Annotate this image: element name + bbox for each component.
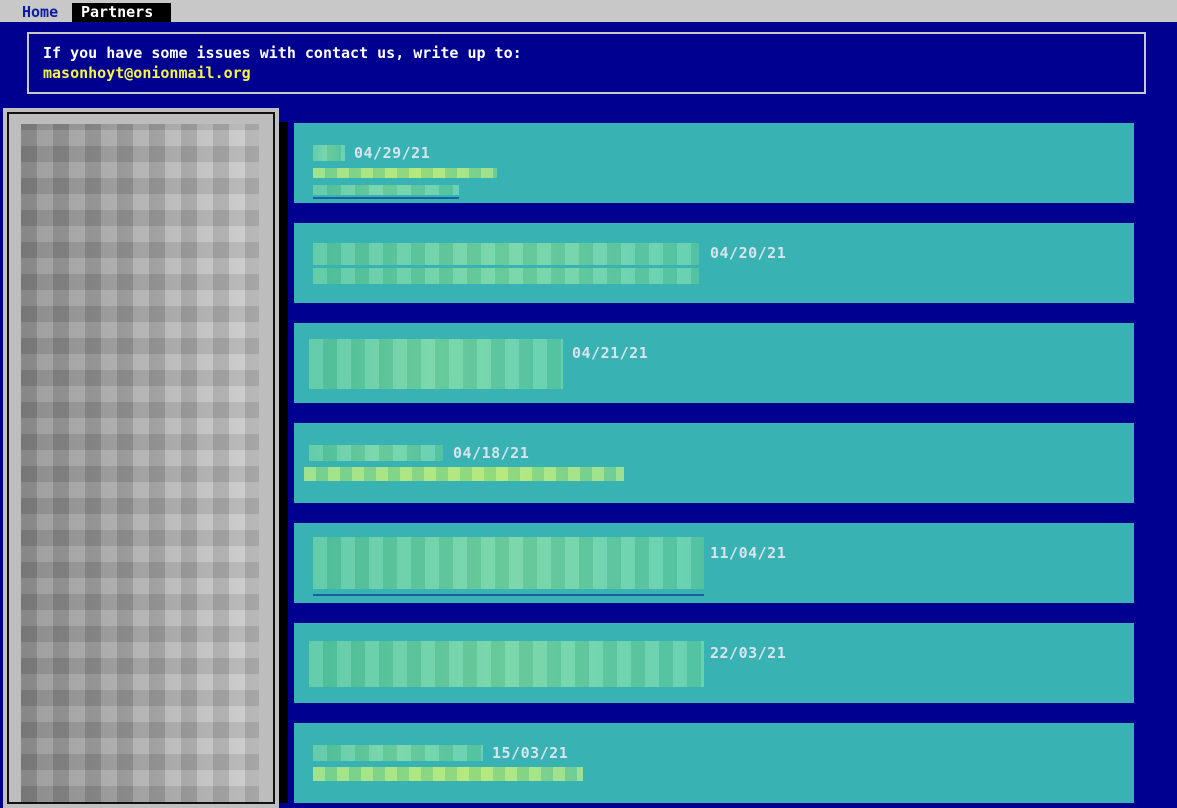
blurred-link	[313, 185, 459, 195]
blurred-title	[313, 537, 704, 589]
post-item[interactable]: 04/29/21	[294, 123, 1134, 203]
contact-email-link[interactable]: masonhoyt@onionmail.org	[43, 64, 251, 82]
post-date: 04/18/21	[453, 444, 529, 462]
link-underline	[313, 197, 459, 199]
post-date: 04/20/21	[710, 244, 786, 262]
menu-home[interactable]: Home	[13, 3, 72, 22]
post-item[interactable]: 04/18/21	[294, 423, 1134, 503]
sidebar-panel	[3, 108, 279, 808]
menu-partners[interactable]: Partners	[72, 3, 171, 22]
blurred-title	[313, 145, 345, 161]
blurred-excerpt	[304, 467, 624, 481]
sidebar-inner	[7, 112, 275, 804]
post-date: 11/04/21	[710, 544, 786, 562]
blurred-title	[313, 745, 483, 761]
post-date: 04/29/21	[354, 144, 430, 162]
pixelated-sidebar-content	[21, 124, 259, 802]
post-item[interactable]: 04/21/21	[294, 323, 1134, 403]
blurred-title	[309, 641, 704, 687]
post-item[interactable]: 22/03/21	[294, 623, 1134, 703]
post-date: 22/03/21	[710, 644, 786, 662]
blurred-link	[309, 381, 563, 389]
blurred-excerpt	[313, 168, 497, 178]
link-underline	[313, 594, 704, 596]
post-item[interactable]: 11/04/21	[294, 523, 1134, 603]
post-date: 15/03/21	[492, 744, 568, 762]
blurred-excerpt	[313, 268, 699, 284]
contact-notice-text: If you have some issues with contact us,…	[43, 43, 1130, 63]
blurred-excerpt	[313, 767, 583, 781]
post-date: 04/21/21	[572, 344, 648, 362]
top-menubar: Home Partners	[0, 0, 1177, 22]
post-item[interactable]: 15/03/21	[294, 723, 1134, 803]
post-item[interactable]: 04/20/21	[294, 223, 1134, 303]
divider-bar	[279, 122, 288, 803]
blurred-title	[309, 445, 443, 461]
contact-notice: If you have some issues with contact us,…	[27, 32, 1146, 94]
blurred-title	[313, 243, 699, 265]
blurred-title	[309, 339, 563, 381]
